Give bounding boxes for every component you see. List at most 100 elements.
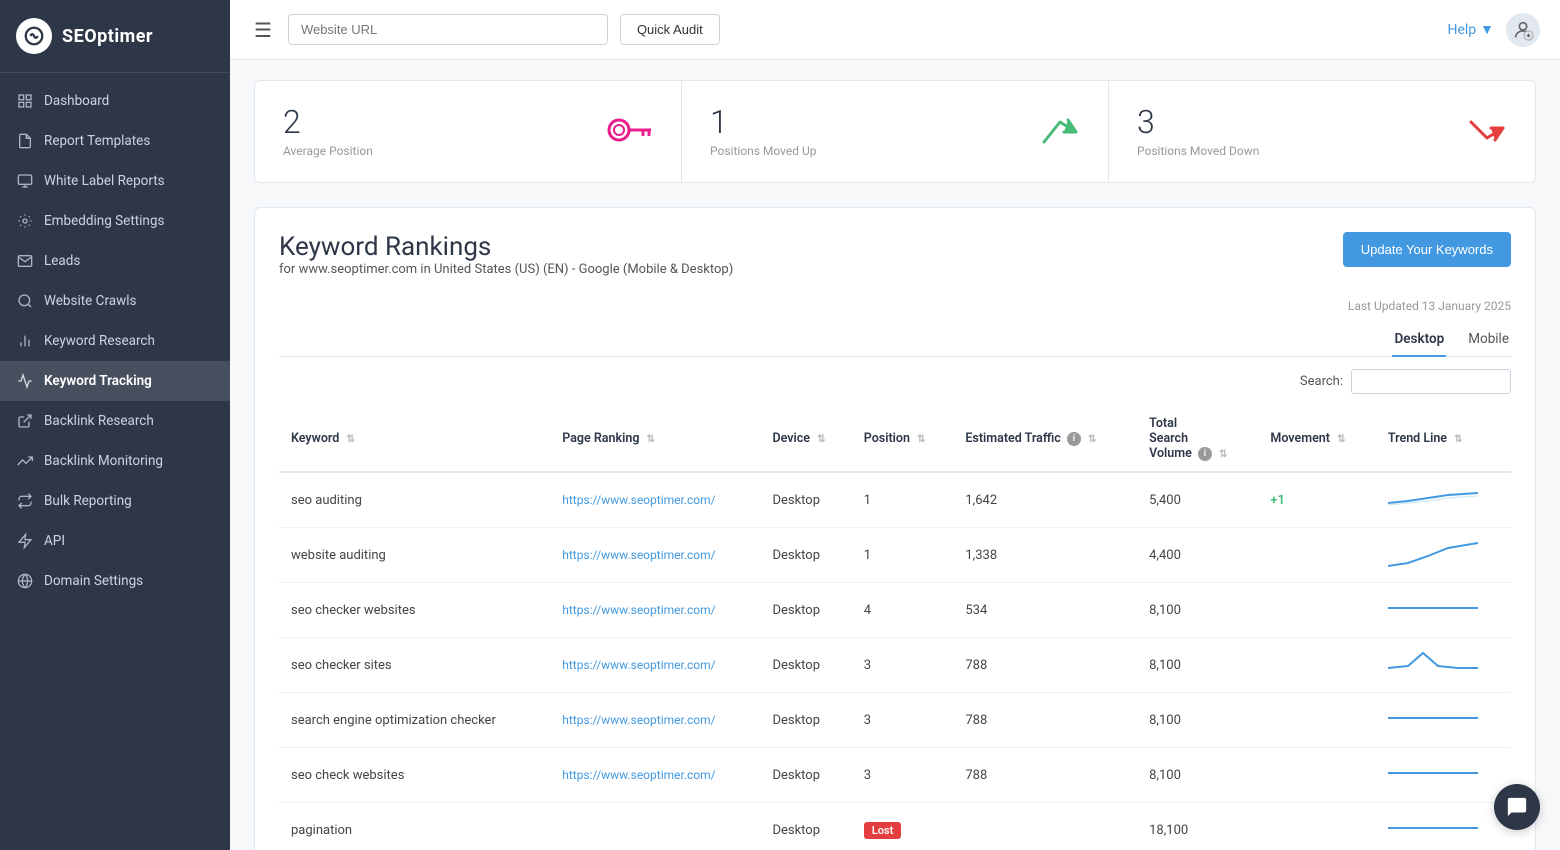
cell-movement: +1 [1258,472,1375,528]
sidebar-item-label: Keyword Research [44,333,155,349]
rankings-header: Keyword Rankings for www.seoptimer.com i… [279,232,1511,293]
cell-movement [1258,638,1375,693]
sidebar-item-embedding-settings[interactable]: Embedding Settings [0,201,230,241]
sidebar-item-api[interactable]: API [0,521,230,561]
table-row: seo check websites https://www.seoptimer… [279,748,1511,803]
table-row: search engine optimization checker https… [279,693,1511,748]
col-header-total-search-volume[interactable]: TotalSearchVolume i ⇅ [1137,406,1258,472]
cell-keyword: seo check websites [279,748,550,803]
sidebar-item-label: Backlink Monitoring [44,453,163,469]
help-menu[interactable]: Help ▼ [1447,21,1494,38]
sidebar-item-label: Backlink Research [44,413,154,429]
cell-trend [1376,693,1511,748]
dashboard-icon [16,92,34,110]
search-input[interactable] [1351,369,1511,394]
domain-settings-icon [16,572,34,590]
quick-audit-button[interactable]: Quick Audit [620,14,720,45]
topbar: ☰ Quick Audit Help ▼ [230,0,1560,60]
device-tab-desktop[interactable]: Desktop [1392,325,1446,357]
sort-trend-line: ⇅ [1454,434,1462,445]
embedding-settings-icon [16,212,34,230]
page-link[interactable]: https://www.seoptimer.com/ [562,713,715,727]
user-avatar[interactable] [1506,13,1540,47]
search-volume-info: i [1198,447,1212,461]
cell-position: 1 [852,528,954,583]
cell-traffic: 788 [953,748,1137,803]
sidebar-item-label: Website Crawls [44,293,137,309]
cell-keyword: pagination [279,803,550,850]
sidebar-item-white-label-reports[interactable]: White Label Reports [0,161,230,201]
menu-button[interactable]: ☰ [250,14,276,46]
cell-volume: 8,100 [1137,748,1258,803]
col-header-device[interactable]: Device ⇅ [760,406,851,472]
col-header-trend-line[interactable]: Trend Line ⇅ [1376,406,1511,472]
cell-keyword: seo auditing [279,472,550,528]
rankings-section: Keyword Rankings for www.seoptimer.com i… [254,207,1536,850]
device-tab-mobile[interactable]: Mobile [1466,325,1511,357]
stat-label: Positions Moved Up [710,144,817,158]
sort-page-ranking: ⇅ [647,434,655,445]
page-link[interactable]: https://www.seoptimer.com/ [562,603,715,617]
cell-trend [1376,528,1511,583]
leads-icon [16,252,34,270]
stat-number: 2 [283,105,373,140]
cell-keyword: seo checker sites [279,638,550,693]
url-input[interactable] [288,14,608,45]
stat-icon-key [605,116,653,148]
page-link[interactable]: https://www.seoptimer.com/ [562,548,715,562]
website-crawls-icon [16,292,34,310]
cell-movement [1258,748,1375,803]
col-header-movement[interactable]: Movement ⇅ [1258,406,1375,472]
cell-page: https://www.seoptimer.com/ [550,583,760,638]
page-link[interactable]: https://www.seoptimer.com/ [562,658,715,672]
cell-position: 4 [852,583,954,638]
sidebar-nav: Dashboard Report Templates White Label R… [0,73,230,609]
sidebar-item-backlink-monitoring[interactable]: Backlink Monitoring [0,441,230,481]
movement-value: +1 [1270,493,1285,508]
col-header-estimated-traffic[interactable]: Estimated Traffic i ⇅ [953,406,1137,472]
sidebar-item-dashboard[interactable]: Dashboard [0,81,230,121]
col-header-keyword[interactable]: Keyword ⇅ [279,406,550,472]
page-link[interactable]: https://www.seoptimer.com/ [562,493,715,507]
stat-icon-arrow-down [1467,114,1507,150]
cell-volume: 5,400 [1137,472,1258,528]
lost-badge: Lost [864,822,902,839]
table-row: seo checker sites https://www.seoptimer.… [279,638,1511,693]
sidebar-item-bulk-reporting[interactable]: Bulk Reporting [0,481,230,521]
chat-bubble[interactable] [1494,784,1540,830]
cell-position: 3 [852,748,954,803]
sort-movement: ⇅ [1337,434,1345,445]
update-keywords-button[interactable]: Update Your Keywords [1343,232,1511,267]
sidebar-item-report-templates[interactable]: Report Templates [0,121,230,161]
sidebar-item-website-crawls[interactable]: Website Crawls [0,281,230,321]
sidebar-item-label: API [44,533,65,549]
sort-position: ⇅ [917,434,925,445]
cell-device: Desktop [760,638,851,693]
col-header-page-ranking[interactable]: Page Ranking ⇅ [550,406,760,472]
table-row: seo checker websites https://www.seoptim… [279,583,1511,638]
sidebar: SEOptimer Dashboard Report Templates Whi… [0,0,230,850]
cell-device: Desktop [760,693,851,748]
sidebar-item-label: Domain Settings [44,573,143,589]
table-row: seo auditing https://www.seoptimer.com/ … [279,472,1511,528]
sidebar-item-domain-settings[interactable]: Domain Settings [0,561,230,601]
stat-icon-arrow-up [1040,114,1080,150]
sidebar-item-keyword-research[interactable]: Keyword Research [0,321,230,361]
sidebar-item-keyword-tracking[interactable]: Keyword Tracking [0,361,230,401]
sort-device: ⇅ [817,434,825,445]
page-link[interactable]: https://www.seoptimer.com/ [562,768,715,782]
report-templates-icon [16,132,34,150]
cell-keyword: search engine optimization checker [279,693,550,748]
sidebar-logo: SEOptimer [0,0,230,73]
cell-device: Desktop [760,528,851,583]
cell-page [550,803,760,850]
col-header-position[interactable]: Position ⇅ [852,406,954,472]
cell-trend [1376,748,1511,803]
cell-movement [1258,803,1375,850]
main-area: ☰ Quick Audit Help ▼ 2 Average Position … [230,0,1560,850]
white-label-reports-icon [16,172,34,190]
cell-traffic: 1,642 [953,472,1137,528]
sidebar-item-backlink-research[interactable]: Backlink Research [0,401,230,441]
sidebar-item-leads[interactable]: Leads [0,241,230,281]
cell-page: https://www.seoptimer.com/ [550,472,760,528]
